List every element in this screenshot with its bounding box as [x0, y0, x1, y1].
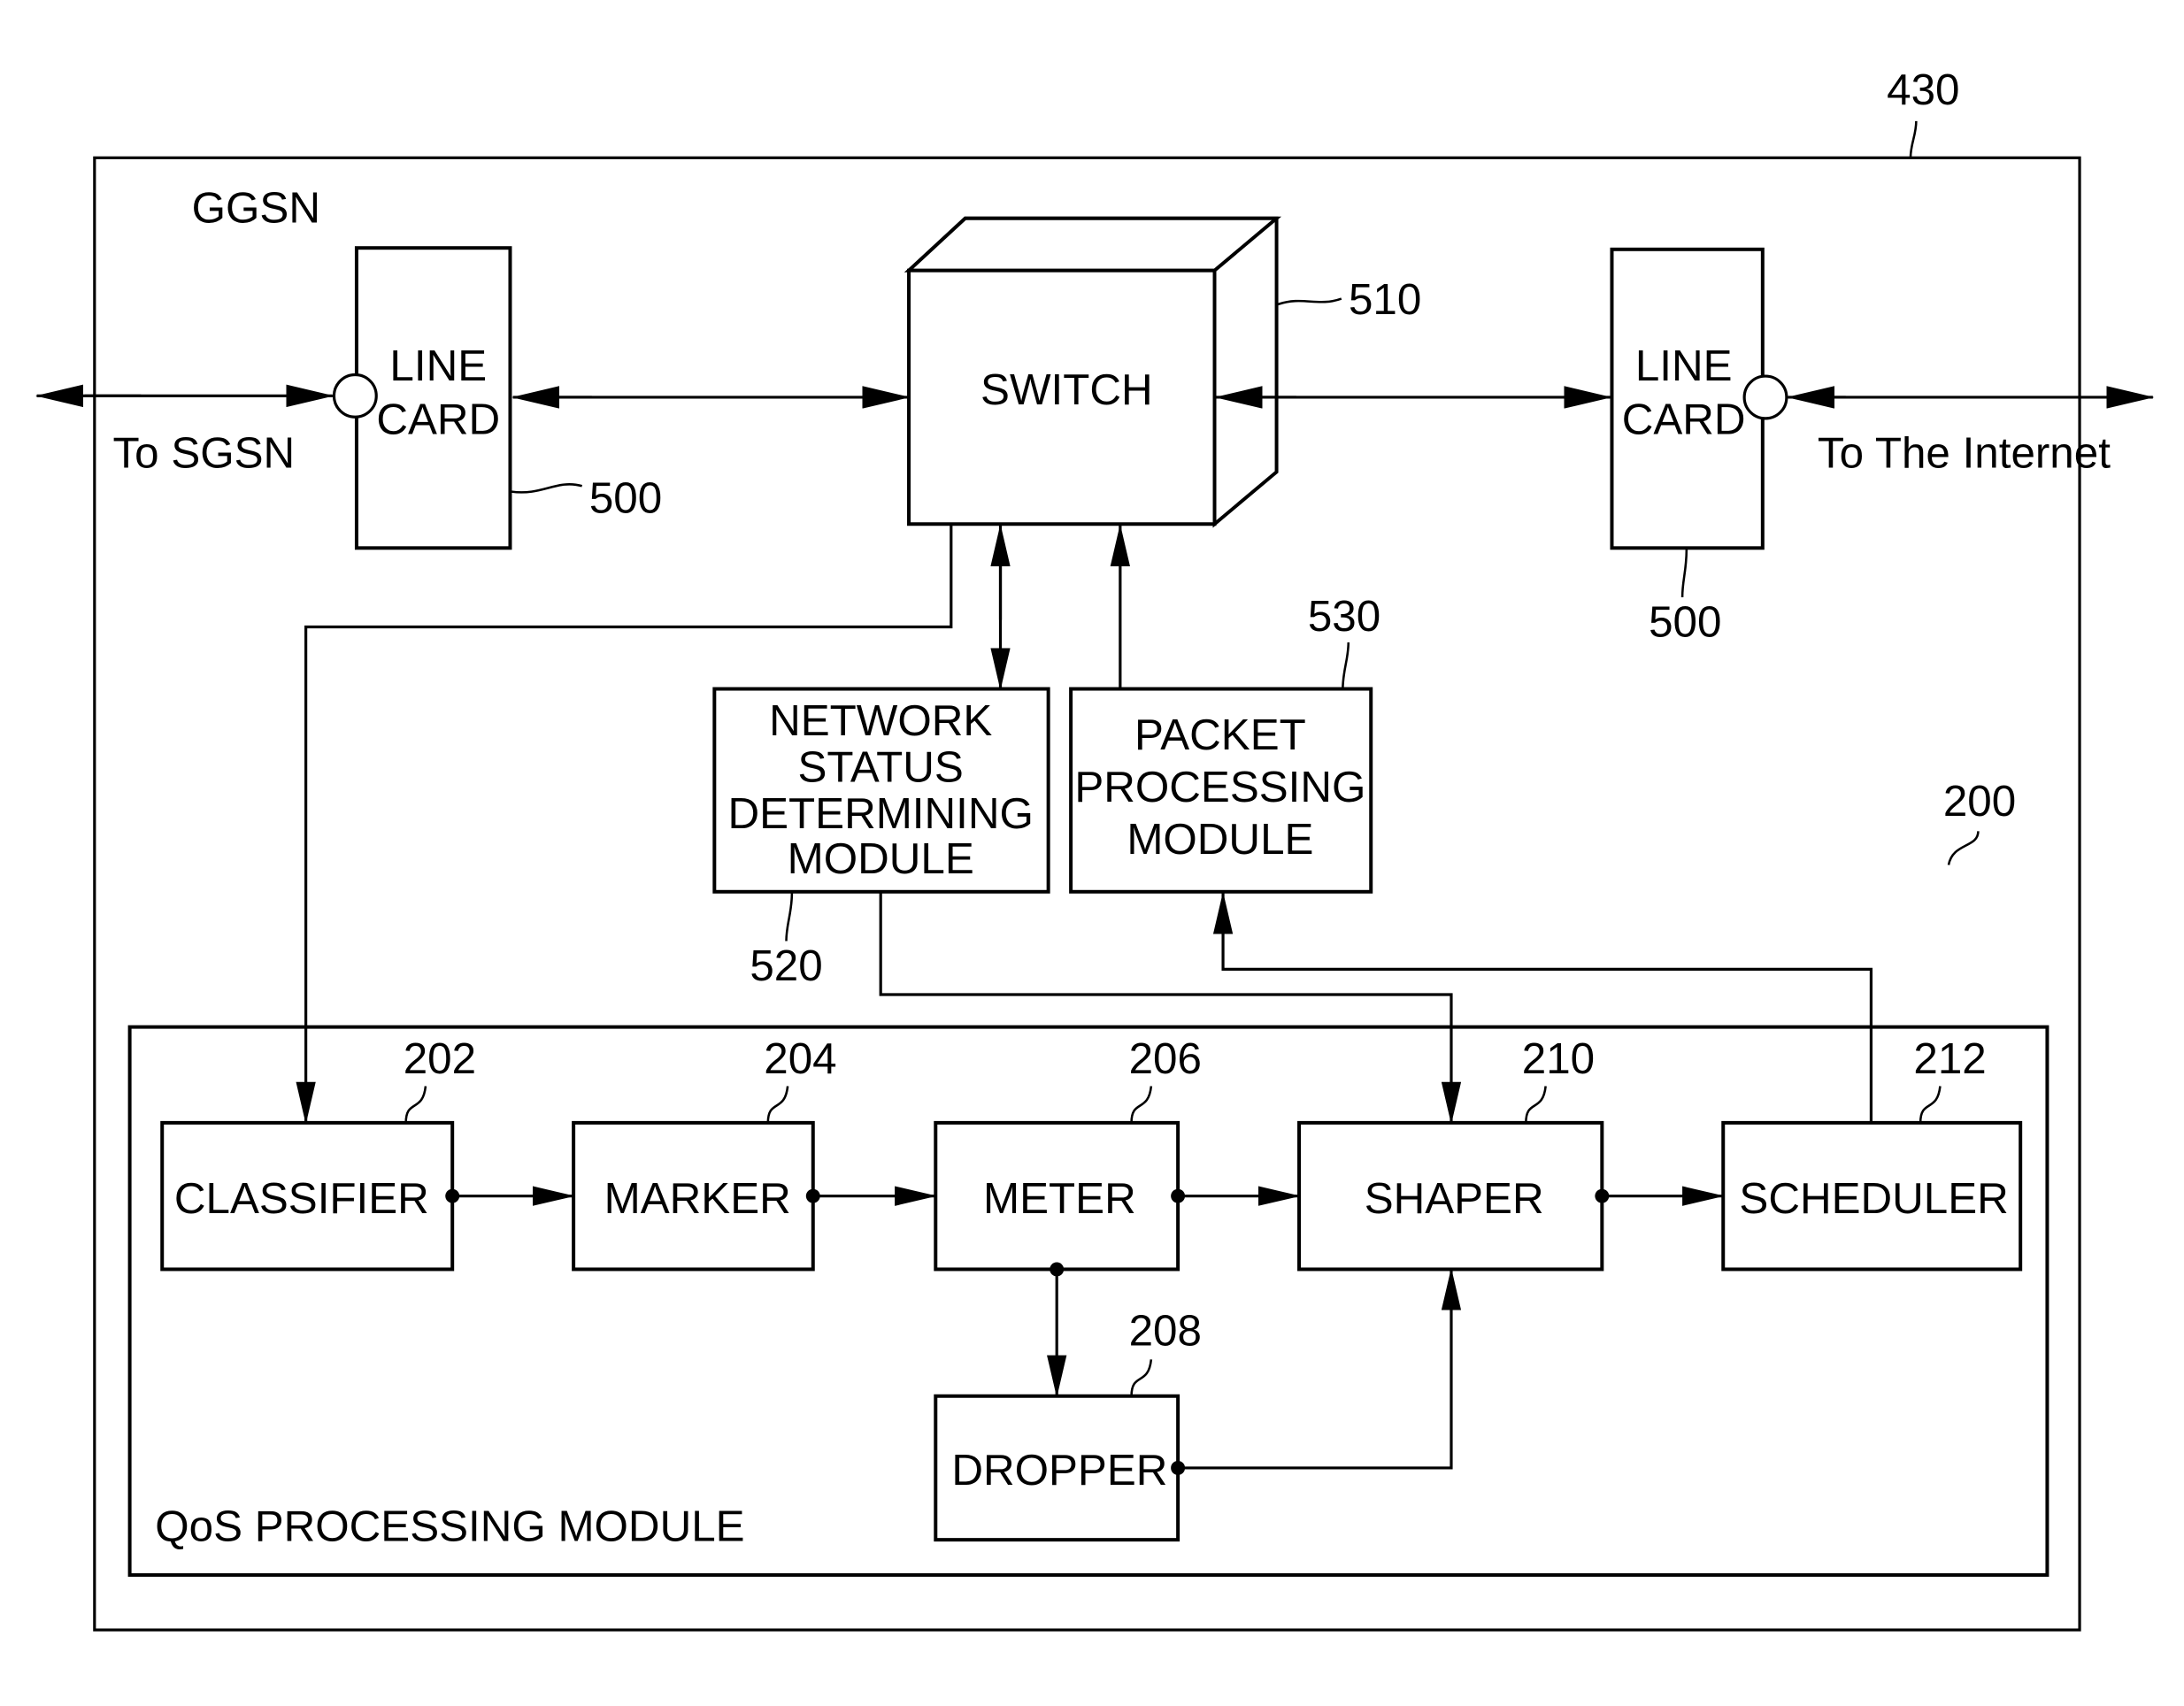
leader-204	[766, 1086, 789, 1123]
leader-202	[404, 1086, 427, 1123]
ref-204: 204	[764, 1034, 836, 1083]
ref-212: 212	[1913, 1034, 1986, 1083]
leader-430	[1909, 120, 1918, 158]
marker-label: MARKER	[604, 1174, 791, 1223]
ref-530: 530	[1308, 592, 1380, 641]
line-card-right-line1: LINE	[1635, 342, 1733, 390]
junction-meter-bottom	[1050, 1262, 1065, 1277]
ref-500-left: 500	[589, 474, 662, 523]
ref-500-right: 500	[1649, 598, 1721, 647]
network-status-line3: DETERMINING	[727, 789, 1033, 838]
ref-510: 510	[1349, 275, 1421, 324]
dropper-label: DROPPER	[951, 1446, 1167, 1495]
leader-200	[1947, 831, 1980, 865]
to-internet-label: To The Internet	[1818, 429, 2111, 478]
scheduler-label: SCHEDULER	[1739, 1174, 2008, 1223]
leader-500-right	[1680, 549, 1688, 598]
junction-dropper	[1171, 1460, 1186, 1475]
ref-208: 208	[1129, 1306, 1202, 1355]
shaper-label: SHAPER	[1365, 1174, 1544, 1223]
line-card-right-line2: CARD	[1622, 395, 1746, 443]
port-circle-left	[332, 373, 378, 419]
ref-210: 210	[1522, 1034, 1595, 1083]
ref-202: 202	[404, 1034, 476, 1083]
ref-430: 430	[1887, 65, 1959, 114]
junction-meter	[1171, 1188, 1186, 1203]
switch-label: SWITCH	[980, 365, 1153, 414]
link-scheduler-packetproc	[1212, 891, 1873, 1123]
port-circle-right	[1742, 374, 1788, 420]
line-card-left-line2: CARD	[376, 395, 500, 443]
leader-206	[1130, 1086, 1153, 1123]
leader-210	[1525, 1086, 1547, 1123]
meter-label: METER	[983, 1174, 1136, 1223]
junction-shaper	[1595, 1188, 1610, 1203]
network-status-line2: STATUS	[798, 743, 964, 792]
junction-classifier	[445, 1188, 460, 1203]
ref-520: 520	[750, 941, 822, 990]
leader-530	[1342, 642, 1350, 689]
junction-marker	[805, 1188, 820, 1203]
link-dropper-shaper	[1178, 1267, 1462, 1470]
qos-processing-label: QoS PROCESSING MODULE	[155, 1502, 744, 1551]
line-card-left-line1: LINE	[389, 342, 487, 390]
ggsn-qos-diagram: GGSN 430 To SGSN LINE CARD 500 SWITCH 51…	[35, 65, 2155, 1632]
leader-500-left	[511, 483, 583, 494]
ref-200: 200	[1943, 777, 2016, 826]
ggsn-label: GGSN	[192, 184, 320, 233]
ref-206: 206	[1129, 1034, 1202, 1083]
leader-212	[1919, 1086, 1942, 1123]
to-sgsn-label: To SGSN	[113, 429, 296, 478]
link-netstatus-shaper	[879, 891, 1462, 1125]
network-status-line4: MODULE	[788, 834, 974, 883]
packet-processing-line3: MODULE	[1127, 815, 1313, 864]
leader-520	[785, 893, 794, 941]
classifier-label: CLASSIFIER	[174, 1174, 429, 1223]
leader-208	[1130, 1359, 1153, 1396]
network-status-line1: NETWORK	[769, 696, 992, 745]
packet-processing-line1: PACKET	[1134, 711, 1306, 759]
leader-510	[1277, 297, 1342, 306]
packet-processing-line2: PROCESSING	[1074, 763, 1365, 811]
